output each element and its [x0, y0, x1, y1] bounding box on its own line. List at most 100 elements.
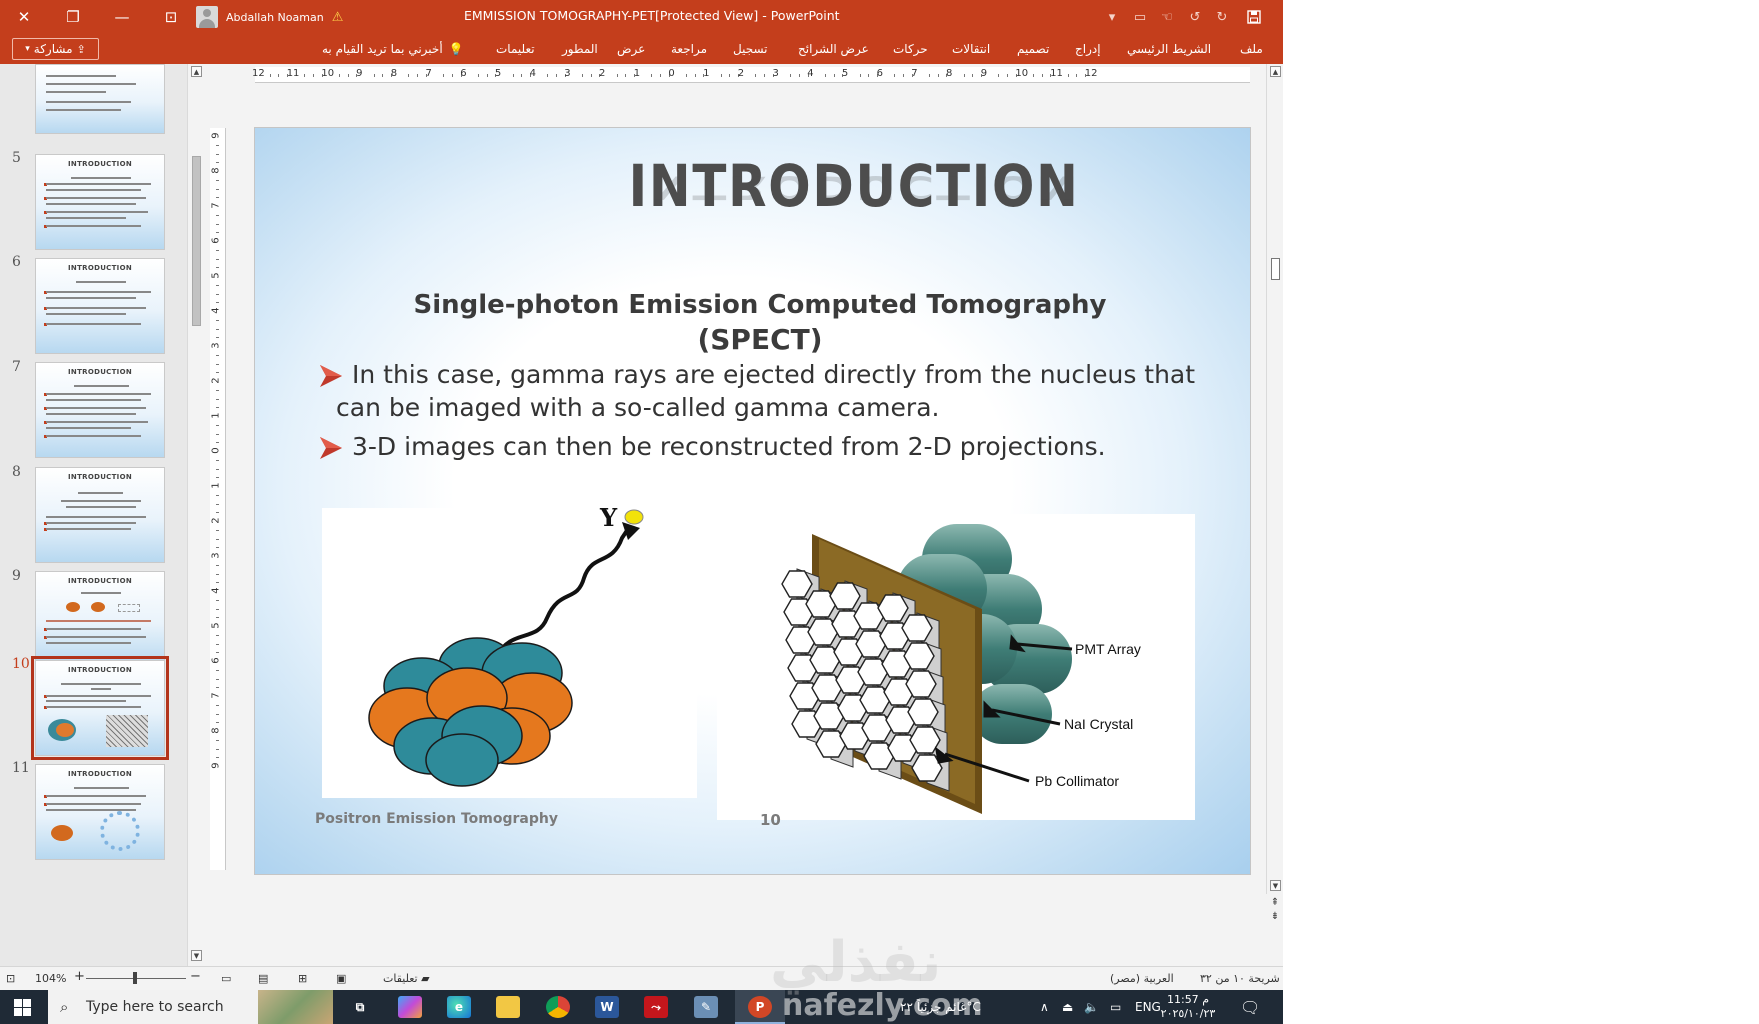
tab-design[interactable]: تصميم [1017, 42, 1049, 56]
gamma-camera-image[interactable]: PMT Array NaI Crystal Pb Collimator [717, 514, 1195, 820]
slide-thumbnail[interactable]: INTRODUCTION [35, 467, 165, 563]
undo-icon[interactable]: ↺ [1183, 6, 1207, 28]
tab-file[interactable]: ملف [1240, 42, 1263, 56]
ruler-label: 9 [210, 132, 222, 139]
ruler-label: 4 [529, 68, 536, 79]
app-icon[interactable]: ✎ [694, 996, 718, 1018]
slide-thumbnail[interactable]: INTRODUCTION [35, 154, 165, 250]
ruler-label: 7 [210, 692, 222, 699]
scrollbar-thumb[interactable] [192, 156, 201, 326]
file-explorer-icon[interactable] [496, 996, 520, 1018]
scroll-down-icon[interactable]: ▼ [191, 950, 202, 961]
user-account[interactable]: Abdallah Noaman ⚠ [196, 5, 343, 29]
thumbnails-scrollbar[interactable]: ▲ ▼ [187, 64, 204, 966]
slide-footer[interactable]: Positron Emission Tomography [315, 811, 558, 827]
zoom-in-icon[interactable]: + [74, 969, 85, 984]
scroll-up-icon[interactable]: ▲ [191, 66, 202, 77]
pdf-reader-icon[interactable]: ⤳ [644, 996, 668, 1018]
ruler-tick [216, 739, 219, 741]
ruler-label: 2 [737, 68, 745, 79]
customize-qat-icon[interactable]: ▾ [1100, 6, 1124, 28]
ruler-tick [798, 74, 800, 77]
edge-icon[interactable]: e [447, 996, 471, 1018]
minimize-icon[interactable]: — [104, 0, 140, 33]
tab-transitions[interactable]: انتقالات [952, 42, 990, 56]
normal-view-icon[interactable]: ▣ [336, 972, 346, 985]
zoom-level[interactable]: 104% [35, 972, 66, 985]
ruler-tick [1007, 74, 1009, 77]
window-title: EMMISSION TOMOGRAPHY-PET[Protected View]… [464, 8, 840, 23]
bullet-item[interactable]: 3-D images can then be reconstructed fro… [320, 430, 1200, 463]
close-icon[interactable]: ✕ [6, 0, 42, 33]
task-view-icon[interactable]: ⧉ [348, 996, 372, 1018]
tab-insert[interactable]: إدراج [1075, 42, 1101, 56]
slide-thumbnail[interactable]: INTRODUCTION [35, 764, 165, 860]
slide-thumbnail[interactable]: INTRODUCTION [35, 362, 165, 458]
watermark-latin: nafezly.com [782, 988, 983, 1023]
ribbon-display-icon[interactable]: ⊡ [153, 0, 189, 33]
network-icon[interactable]: ▭ [1110, 990, 1121, 1024]
notifications-icon[interactable]: 🗨 [1240, 990, 1260, 1024]
zoom-slider-handle[interactable] [133, 972, 137, 984]
slide-thumbnail[interactable]: INTRODUCTION [35, 571, 165, 667]
show-hidden-icons[interactable]: ∧ [1040, 990, 1049, 1024]
slide-show-view-icon[interactable]: ▭ [221, 972, 231, 985]
fit-slide-icon[interactable]: ⊡ [6, 972, 15, 985]
tab-developer[interactable]: المطور [562, 42, 598, 56]
copilot-icon[interactable] [398, 996, 422, 1018]
tab-review[interactable]: مراجعة [671, 42, 707, 56]
scroll-down-icon[interactable]: ▼ [1270, 880, 1281, 891]
ruler-tick [417, 74, 419, 77]
slide-thumbnail[interactable] [35, 64, 165, 134]
tab-help[interactable]: تعليمات [496, 42, 535, 56]
windows-start-icon[interactable] [14, 999, 31, 1016]
redo-icon[interactable]: ↻ [1210, 6, 1234, 28]
ruler-tick [347, 74, 349, 77]
tab-home[interactable]: الشريط الرئيسي [1127, 42, 1211, 56]
slide-number: 11 [12, 760, 30, 776]
zoom-out-icon[interactable]: − [190, 969, 201, 984]
slide-sorter-icon[interactable]: ⊞ [298, 972, 307, 985]
tell-me-box[interactable]: أخبرني بما تريد القيام به 💡 [322, 42, 464, 56]
slide-thumbnail-active[interactable]: INTRODUCTION [35, 660, 165, 756]
active-app-slot[interactable]: P [735, 990, 785, 1024]
search-icon: ⌕ [60, 998, 69, 1016]
ruler-label: 8 [390, 68, 398, 79]
ruler-tick [216, 293, 219, 295]
powerpoint-icon[interactable]: P [748, 996, 772, 1018]
tab-view[interactable]: عرض [617, 42, 645, 56]
tab-record[interactable]: تسجيل [733, 42, 768, 56]
slide-thumbnail[interactable]: INTRODUCTION [35, 258, 165, 354]
ruler-tick [868, 74, 870, 77]
taskbar-clock[interactable]: 11:57 م ٢٠٢٥/١٠/٢٣ [1152, 993, 1224, 1021]
slide-canvas[interactable]: INTRODUCTION INTRODUCTION Single-photon … [255, 128, 1250, 874]
ruler-label: 11 [1050, 68, 1063, 79]
touch-mode-icon[interactable]: ☜ [1155, 6, 1179, 28]
slide-page-number[interactable]: 10 [760, 811, 781, 829]
volume-icon[interactable]: 🔈 [1084, 990, 1099, 1024]
ruler-tick [790, 74, 792, 77]
share-button[interactable]: ▾ مشاركة ⇪ [12, 38, 99, 60]
ruler-label: 0 [210, 447, 222, 454]
scrollbar-thumb[interactable] [1271, 258, 1280, 280]
reading-view-icon[interactable]: ▤ [258, 972, 268, 985]
prev-next-slide-icons[interactable]: ⇞ ⇟ [1267, 896, 1283, 928]
ruler-tick [216, 459, 219, 461]
slide-subtitle-abbrev[interactable]: (SPECT) [345, 323, 1175, 356]
presentation-icon[interactable]: ▭ [1128, 6, 1152, 28]
save-icon[interactable] [1242, 6, 1266, 28]
scroll-up-icon[interactable]: ▲ [1270, 66, 1281, 77]
chrome-icon[interactable] [546, 996, 570, 1018]
comments-button[interactable]: تعليقات ▰ [383, 972, 430, 985]
horizontal-ruler: 12 11 10 9 8 7 6 5 4 3 2 1 0 1 2 3 4 5 6 7 8 9 10 11 12 [252, 67, 1250, 83]
tab-animations[interactable]: حركات [893, 42, 928, 56]
slide-subtitle[interactable]: Single-photon Emission Computed Tomograp… [345, 290, 1175, 320]
bullet-item[interactable]: In this case, gamma rays are ejected dir… [320, 358, 1200, 424]
ruler-tick [216, 687, 219, 689]
nucleus-gamma-image[interactable]: Y [322, 503, 697, 798]
usb-icon[interactable]: ⏏ [1062, 990, 1073, 1024]
word-icon[interactable]: W [595, 996, 619, 1018]
tab-slide-show[interactable]: عرض الشرائح [798, 42, 869, 56]
restore-icon[interactable]: ❐ [55, 0, 91, 33]
editor-scrollbar[interactable]: ▲ ▼ [1266, 64, 1283, 894]
